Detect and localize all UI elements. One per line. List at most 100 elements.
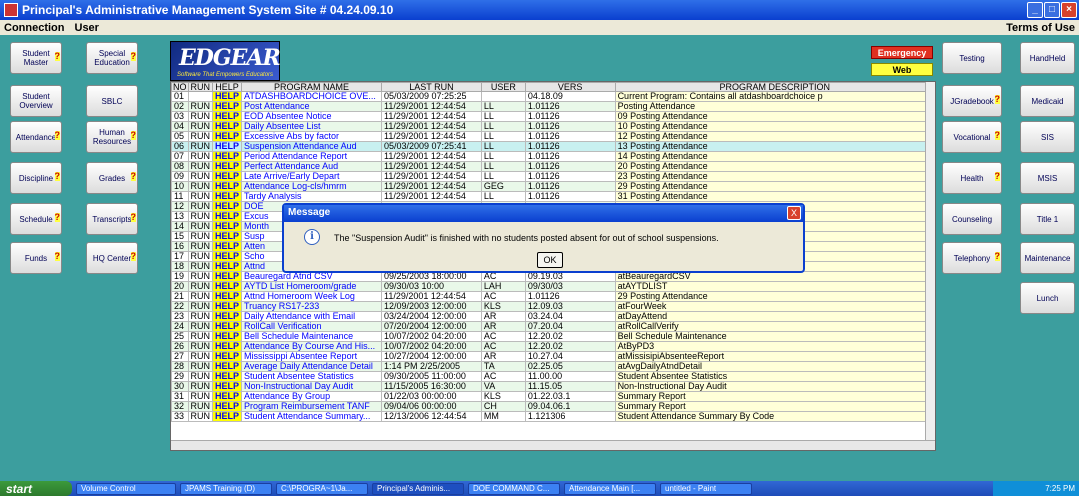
run-link[interactable]: RUN	[187, 381, 213, 392]
help-link[interactable]: HELP	[211, 171, 243, 182]
help-link[interactable]: HELP	[211, 91, 243, 102]
taskbar-task[interactable]: Attendance Main [...	[564, 482, 656, 495]
nav-title1[interactable]: Title 1	[1020, 203, 1075, 235]
table-cell[interactable]: Attendance By Course And His...	[241, 341, 382, 352]
table-cell[interactable]: Suspension Attendance Aud	[241, 141, 382, 152]
run-link[interactable]: RUN	[187, 411, 213, 422]
help-link[interactable]: HELP	[211, 381, 243, 392]
table-row[interactable]: 27 RUN HELP Mississippi Absentee Report 10/2…	[171, 351, 935, 362]
table-cell[interactable]: Tardy Analysis	[241, 191, 382, 202]
run-link[interactable]: RUN	[187, 231, 213, 242]
run-link[interactable]: RUN	[187, 141, 213, 152]
help-link[interactable]: HELP	[211, 111, 243, 122]
help-link[interactable]: HELP	[211, 311, 243, 322]
run-link[interactable]: RUN	[187, 221, 213, 232]
table-row[interactable]: 21 RUN HELP Attnd Homeroom Week Log 11/29/20…	[171, 291, 935, 302]
table-cell[interactable]: AYTD List Homeroom/grade	[241, 281, 382, 292]
table-cell[interactable]: Program Reimbursement TANF	[241, 401, 382, 412]
run-link[interactable]: RUN	[187, 101, 213, 112]
vertical-scrollbar[interactable]	[925, 82, 935, 442]
table-row[interactable]: 32 RUN HELP Program Reimbursement TANF 09/04…	[171, 401, 935, 412]
help-link[interactable]: HELP	[211, 241, 243, 252]
nav-funds[interactable]: Funds?	[10, 242, 62, 274]
help-link[interactable]: HELP	[211, 401, 243, 412]
help-link[interactable]: HELP	[211, 221, 243, 232]
table-row[interactable]: 25 RUN HELP Bell Schedule Maintenance 10/07/…	[171, 331, 935, 342]
emergency-button[interactable]: Emergency	[871, 46, 933, 59]
help-link[interactable]: HELP	[211, 141, 243, 152]
help-link[interactable]: HELP	[211, 121, 243, 132]
dialog-ok-button[interactable]: OK	[537, 252, 563, 268]
run-link[interactable]: RUN	[187, 371, 213, 382]
help-link[interactable]: HELP	[211, 321, 243, 332]
taskbar-task[interactable]: C:\PROGRA~1\Ja...	[276, 482, 368, 495]
table-cell[interactable]: Non-Instructional Day Audit	[241, 381, 382, 392]
nav-health[interactable]: Health?	[942, 162, 1002, 194]
help-link[interactable]: HELP	[211, 181, 243, 192]
start-button[interactable]: start	[0, 481, 72, 496]
close-button[interactable]: ×	[1061, 2, 1077, 18]
nav-schedule[interactable]: Schedule?	[10, 203, 62, 235]
nav-student-master[interactable]: Student Master?	[10, 42, 62, 74]
nav-jgradebook[interactable]: JGradebook?	[942, 85, 1002, 117]
table-row[interactable]: 26 RUN HELP Attendance By Course And His...…	[171, 341, 935, 352]
help-link[interactable]: HELP	[211, 281, 243, 292]
column-header[interactable]: HELP	[211, 82, 243, 92]
run-link[interactable]: RUN	[187, 271, 213, 282]
table-row[interactable]: 11 RUN HELP Tardy Analysis 11/29/2001 12:44:…	[171, 191, 935, 202]
nav-human-resources[interactable]: Human Resources?	[86, 121, 138, 153]
table-row[interactable]: 28 RUN HELP Average Daily Attendance Detail…	[171, 361, 935, 372]
menu-connection[interactable]: Connection	[4, 22, 65, 34]
help-link[interactable]: HELP	[211, 211, 243, 222]
run-link[interactable]: RUN	[187, 211, 213, 222]
nav-handheld[interactable]: HandHeld	[1020, 42, 1075, 74]
run-link[interactable]: RUN	[187, 291, 213, 302]
table-cell[interactable]: EOD Absentee Notice	[241, 111, 382, 122]
run-link[interactable]: RUN	[187, 331, 213, 342]
table-row[interactable]: 03 RUN HELP EOD Absentee Notice 11/29/2001 1…	[171, 111, 935, 122]
help-link[interactable]: HELP	[211, 231, 243, 242]
table-row[interactable]: 20 RUN HELP AYTD List Homeroom/grade 09/30/0…	[171, 281, 935, 292]
column-header[interactable]: PROGRAM DESCRIPTION	[614, 82, 935, 92]
column-header[interactable]: VERS	[524, 82, 616, 92]
run-link[interactable]: RUN	[187, 301, 213, 312]
help-link[interactable]: HELP	[211, 371, 243, 382]
table-cell[interactable]: Bell Schedule Maintenance	[241, 331, 382, 342]
table-row[interactable]: 10 RUN HELP Attendance Log-cls/hmrm 11/29/20…	[171, 181, 935, 192]
table-cell[interactable]: Daily Absentee List	[241, 121, 382, 132]
taskbar-task[interactable]: Principal's Adminis...	[372, 482, 464, 495]
nav-sblc[interactable]: SBLC	[86, 85, 138, 117]
help-link[interactable]: HELP	[211, 411, 243, 422]
horizontal-scrollbar[interactable]	[171, 440, 935, 450]
nav-msis[interactable]: MSIS	[1020, 162, 1075, 194]
run-link[interactable]: RUN	[187, 261, 213, 272]
help-link[interactable]: HELP	[211, 201, 243, 212]
run-link[interactable]: RUN	[187, 351, 213, 362]
run-link[interactable]: RUN	[187, 321, 213, 332]
run-link[interactable]: RUN	[187, 341, 213, 352]
help-link[interactable]: HELP	[211, 271, 243, 282]
nav-lunch[interactable]: Lunch	[1020, 282, 1075, 314]
run-link[interactable]: RUN	[187, 171, 213, 182]
taskbar-task[interactable]: JPAMS Training (D)	[180, 482, 272, 495]
table-row[interactable]: 08 RUN HELP Perfect Attendance Aud 11/29/200…	[171, 161, 935, 172]
table-cell[interactable]: Daily Attendance with Email	[241, 311, 382, 322]
maximize-button[interactable]: □	[1044, 2, 1060, 18]
nav-student-overview[interactable]: Student Overview	[10, 85, 62, 117]
nav-telephony[interactable]: Telephony?	[942, 242, 1002, 274]
table-cell[interactable]: Student Attendance Summary...	[241, 411, 382, 422]
table-row[interactable]: 01 HELP ATDASHBOARDCHOICE OVE... 05/03/2009…	[171, 91, 935, 102]
table-row[interactable]: 24 RUN HELP RollCall Verification 07/20/2004…	[171, 321, 935, 332]
run-link[interactable]: RUN	[187, 361, 213, 372]
table-cell[interactable]: Post Attendance	[241, 101, 382, 112]
table-cell[interactable]: RollCall Verification	[241, 321, 382, 332]
run-link[interactable]: RUN	[187, 241, 213, 252]
taskbar-task[interactable]: Volume Control	[76, 482, 176, 495]
run-link[interactable]: RUN	[187, 251, 213, 262]
table-cell[interactable]: Beauregard Atnd CSV	[241, 271, 382, 282]
column-header[interactable]: NO	[171, 82, 189, 92]
table-row[interactable]: 19 RUN HELP Beauregard Atnd CSV 09/25/2003 1…	[171, 271, 935, 282]
table-cell[interactable]: Truancy RS17-233	[241, 301, 382, 312]
table-cell[interactable]: Average Daily Attendance Detail	[241, 361, 382, 372]
help-link[interactable]: HELP	[211, 301, 243, 312]
